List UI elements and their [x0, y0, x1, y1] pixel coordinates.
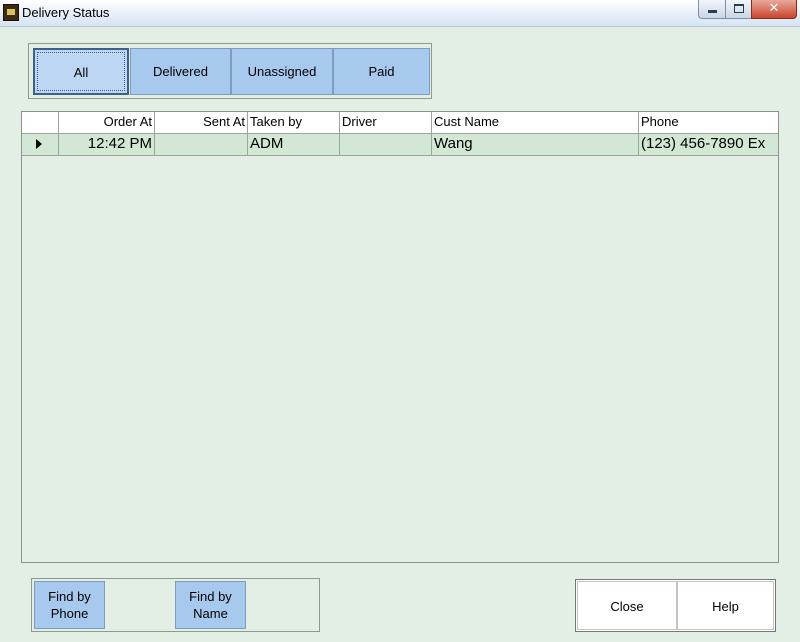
filter-unassigned-button[interactable]: Unassigned [231, 48, 333, 95]
app-icon [3, 4, 19, 21]
find-by-name-button[interactable]: Find by Name [175, 581, 246, 629]
filter-all-button[interactable]: All [33, 48, 129, 95]
cell-driver[interactable] [340, 134, 432, 155]
filter-delivered-button[interactable]: Delivered [130, 48, 231, 95]
column-header-driver[interactable]: Driver [340, 112, 432, 133]
close-icon: ✕ [768, 1, 780, 16]
column-header-order-at[interactable]: Order At [59, 112, 155, 133]
close-window-button[interactable]: ✕ [751, 0, 797, 19]
delivery-status-window: Delivery Status ✕ All Delivered Unassign… [0, 0, 800, 642]
title-bar[interactable]: Delivery Status ✕ [0, 0, 800, 27]
column-header-cust-name[interactable]: Cust Name [432, 112, 639, 133]
column-header-taken-by[interactable]: Taken by [248, 112, 340, 133]
filter-paid-button[interactable]: Paid [333, 48, 430, 95]
table-row[interactable]: 12:42 PM ADM Wang (123) 456-7890 Ex [22, 134, 778, 156]
cell-sent-at[interactable] [155, 134, 248, 155]
window-title: Delivery Status [22, 5, 110, 20]
maximize-button[interactable] [725, 0, 752, 19]
column-header-sent-at[interactable]: Sent At [155, 112, 248, 133]
find-button-group: Find by Phone Find by Name [31, 578, 320, 632]
column-header-phone[interactable]: Phone [639, 112, 778, 133]
cell-cust-name[interactable]: Wang [432, 134, 639, 155]
minimize-button[interactable] [698, 0, 726, 19]
minimize-icon [707, 10, 717, 13]
row-pointer-icon [36, 139, 42, 149]
filter-button-group: All Delivered Unassigned Paid [28, 43, 432, 99]
delivery-grid[interactable]: Order At Sent At Taken by Driver Cust Na… [21, 111, 779, 563]
cell-phone[interactable]: (123) 456-7890 Ex [639, 134, 778, 155]
row-indicator [22, 134, 59, 155]
row-indicator-header [22, 112, 59, 133]
cell-order-at[interactable]: 12:42 PM [59, 134, 155, 155]
close-button[interactable]: Close [577, 581, 677, 630]
action-button-group: Close Help [575, 579, 776, 632]
maximize-icon [733, 4, 744, 13]
grid-header: Order At Sent At Taken by Driver Cust Na… [22, 112, 778, 134]
find-by-phone-button[interactable]: Find by Phone [34, 581, 105, 629]
help-button[interactable]: Help [677, 581, 774, 630]
cell-taken-by[interactable]: ADM [248, 134, 340, 155]
